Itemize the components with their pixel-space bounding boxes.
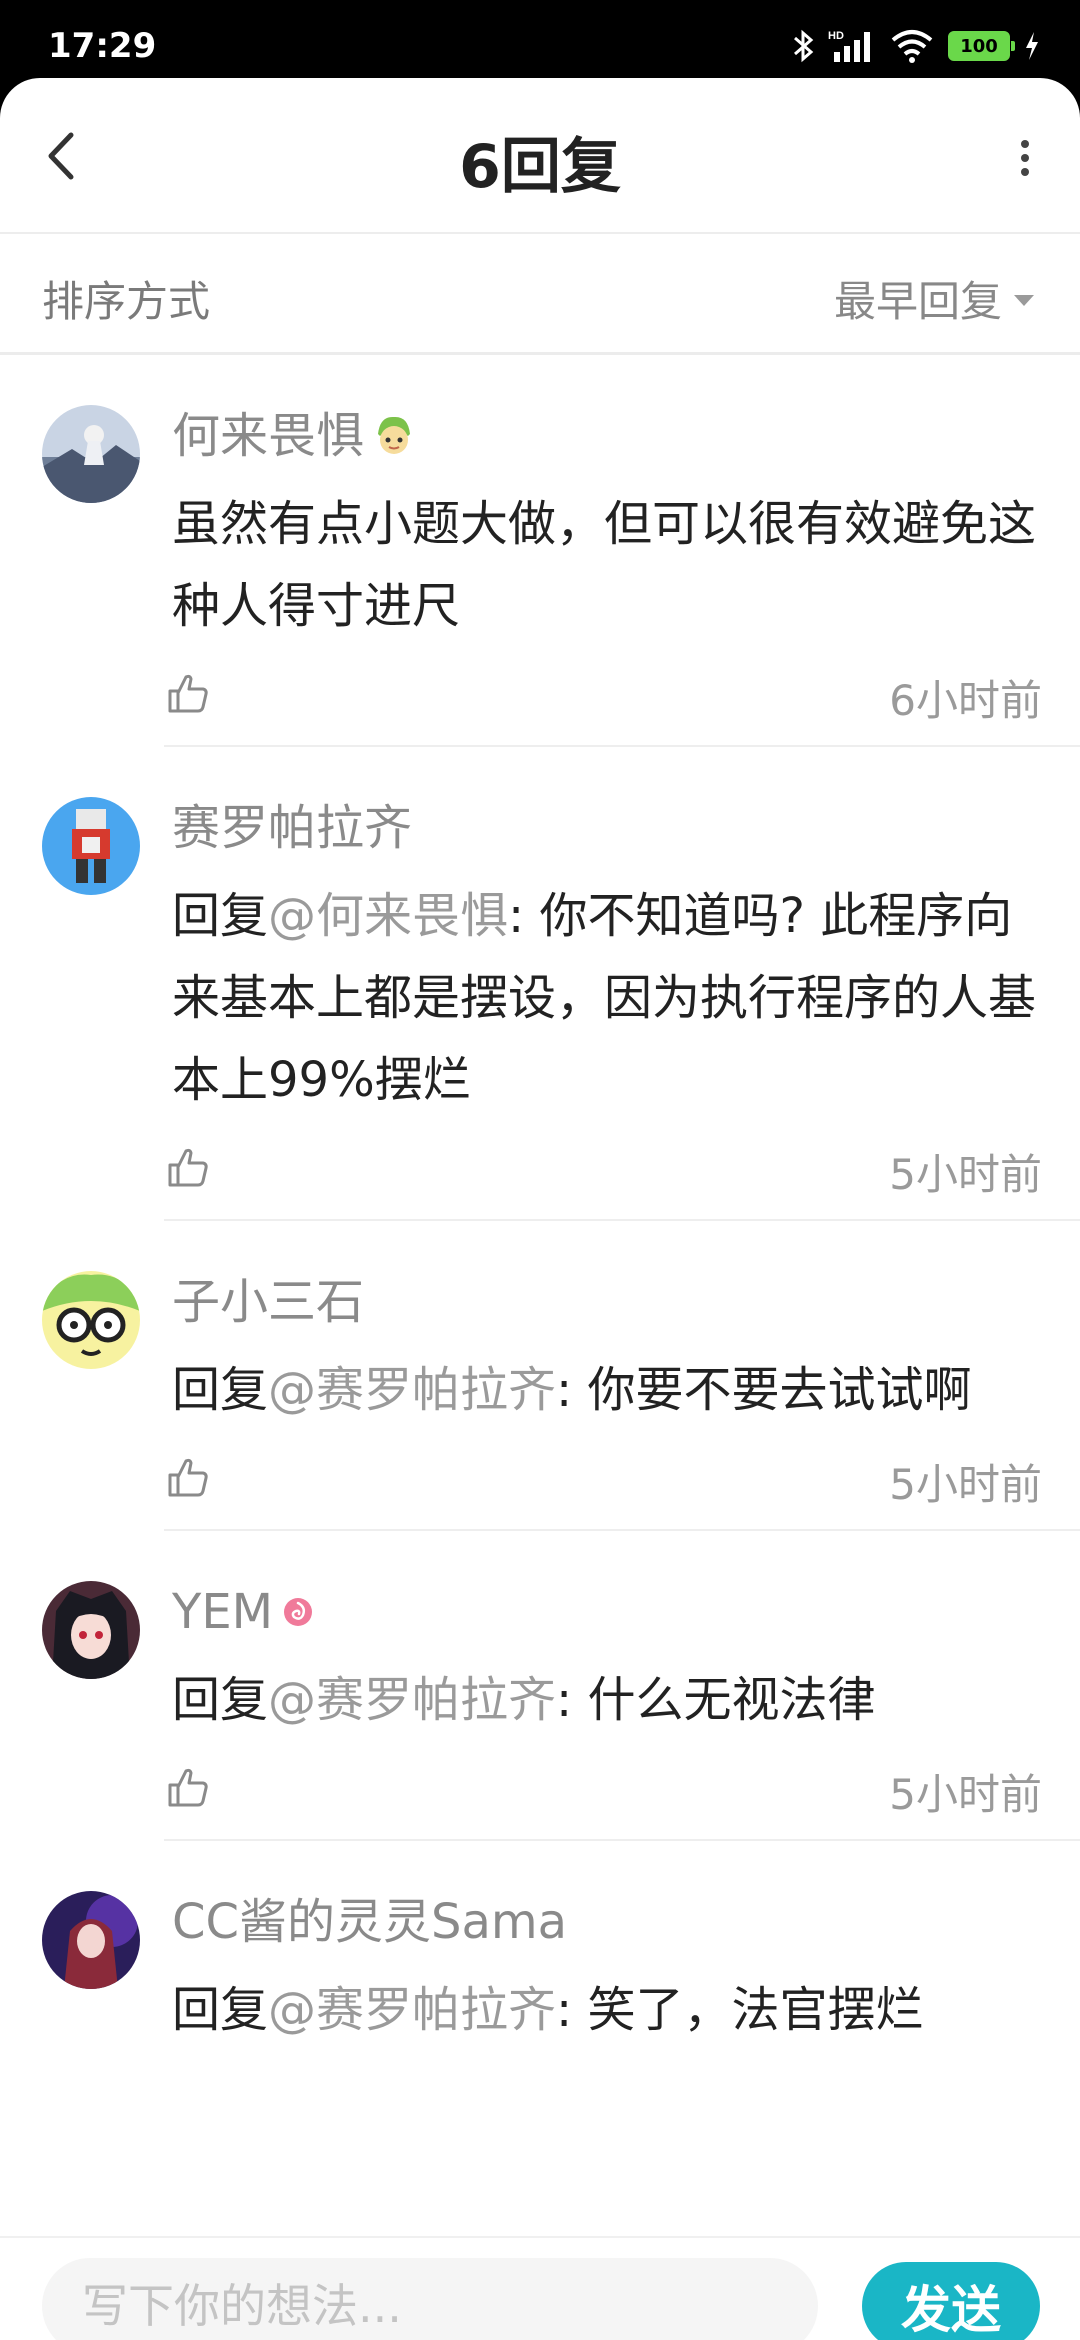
sort-bar: 排序方式 最早回复	[0, 234, 1080, 355]
reply-composer: 发送	[0, 2236, 1080, 2340]
status-bar: 17:29 HD 100	[0, 0, 1080, 80]
comment-timestamp: 5小时前	[889, 1150, 1042, 1199]
bluetooth-icon	[794, 29, 814, 63]
comment-author[interactable]: YEM	[172, 1583, 1038, 1641]
comment-author[interactable]: 赛罗帕拉齐	[172, 799, 1038, 857]
thumbs-up-icon[interactable]	[166, 1145, 210, 1189]
avatar[interactable]	[42, 797, 140, 895]
charging-bolt-icon	[1026, 32, 1038, 60]
comment-footer: 5小时前	[168, 1431, 1042, 1531]
caret-down-icon	[1014, 295, 1034, 306]
comment-footer: 5小时前	[168, 1741, 1042, 1841]
comment-author[interactable]: CC酱的灵灵Sama	[172, 1893, 1038, 1951]
status-icons: HD 100	[792, 26, 1040, 66]
comment-footer: 5小时前	[168, 1121, 1042, 1221]
page-title: 6回复	[459, 132, 621, 202]
more-vertical-icon	[1021, 140, 1029, 176]
avatar[interactable]	[42, 405, 140, 503]
header: 6回复	[0, 78, 1080, 234]
comment-timestamp: 5小时前	[889, 1460, 1042, 1509]
more-options-button[interactable]	[1010, 130, 1040, 186]
thumbs-up-icon[interactable]	[166, 671, 210, 715]
comment-text: 回复@何来畏惧: 你不知道吗? 此程序向来基本上都是摆设，因为执行程序的人基本上…	[172, 888, 1037, 1108]
comment-text: 回复@赛罗帕拉齐: 你要不要去试试啊	[172, 1362, 972, 1418]
comment-text: 回复@赛罗帕拉齐: 笑了，法官摆烂	[172, 1982, 924, 2038]
thumbs-up-icon[interactable]	[166, 1455, 210, 1499]
avatar[interactable]	[42, 1581, 140, 1679]
green-hair-emoji-icon	[378, 416, 411, 454]
comment-text: 虽然有点小题大做，但可以很有效避免这种人得寸进尺	[172, 496, 1037, 634]
svg-text:HD: HD	[828, 30, 844, 42]
sort-dropdown[interactable]: 最早回复	[834, 268, 1034, 329]
reply-input[interactable]	[42, 2258, 818, 2340]
comment-author[interactable]: 子小三石	[172, 1273, 1038, 1331]
sort-label: 排序方式	[42, 277, 211, 326]
comment-timestamp: 5小时前	[889, 1770, 1042, 1819]
pink-swirl-badge-icon	[284, 1598, 313, 1626]
comment-text: 回复@赛罗帕拉齐: 什么无视法律	[172, 1672, 876, 1728]
mention-link[interactable]: @赛罗帕拉齐	[268, 1672, 556, 1728]
comment-item: CC酱的灵灵Sama 回复@赛罗帕拉齐: 笑了，法官摆烂	[0, 1841, 1080, 2051]
comment-author[interactable]: 何来畏惧	[172, 407, 1038, 465]
mention-link[interactable]: @何来畏惧	[268, 888, 508, 944]
comment-timestamp: 6小时前	[889, 676, 1042, 725]
battery-icon: 100	[948, 31, 1015, 61]
sort-selected-value: 最早回复	[833, 277, 1002, 326]
comment-item: 子小三石 回复@赛罗帕拉齐: 你要不要去试试啊 5小时前	[0, 1221, 1080, 1531]
comment-item: YEM 回复@赛罗帕拉齐: 什么无视法律 5小时前	[0, 1531, 1080, 1841]
replies-sheet: 6回复 排序方式 最早回复 何来畏惧 虽然有点小题大做，但可以很有效避免这种人得…	[0, 78, 1080, 2340]
signal-icon: HD	[828, 30, 870, 62]
status-time: 17:29	[48, 26, 157, 66]
send-button[interactable]: 发送	[862, 2262, 1040, 2340]
avatar[interactable]	[42, 1891, 140, 1989]
wifi-icon	[891, 30, 933, 63]
mention-link[interactable]: @赛罗帕拉齐	[268, 1362, 556, 1418]
thumbs-up-icon[interactable]	[166, 1765, 210, 1809]
avatar[interactable]	[42, 1271, 140, 1369]
mention-link[interactable]: @赛罗帕拉齐	[268, 1982, 556, 2038]
comment-item: 何来畏惧 虽然有点小题大做，但可以很有效避免这种人得寸进尺 6小时前	[0, 355, 1080, 747]
comment-item: 赛罗帕拉齐 回复@何来畏惧: 你不知道吗? 此程序向来基本上都是摆设，因为执行程…	[0, 747, 1080, 1221]
comment-list: 何来畏惧 虽然有点小题大做，但可以很有效避免这种人得寸进尺 6小时前 赛罗帕拉齐…	[0, 355, 1080, 2051]
comment-footer: 6小时前	[168, 647, 1042, 747]
